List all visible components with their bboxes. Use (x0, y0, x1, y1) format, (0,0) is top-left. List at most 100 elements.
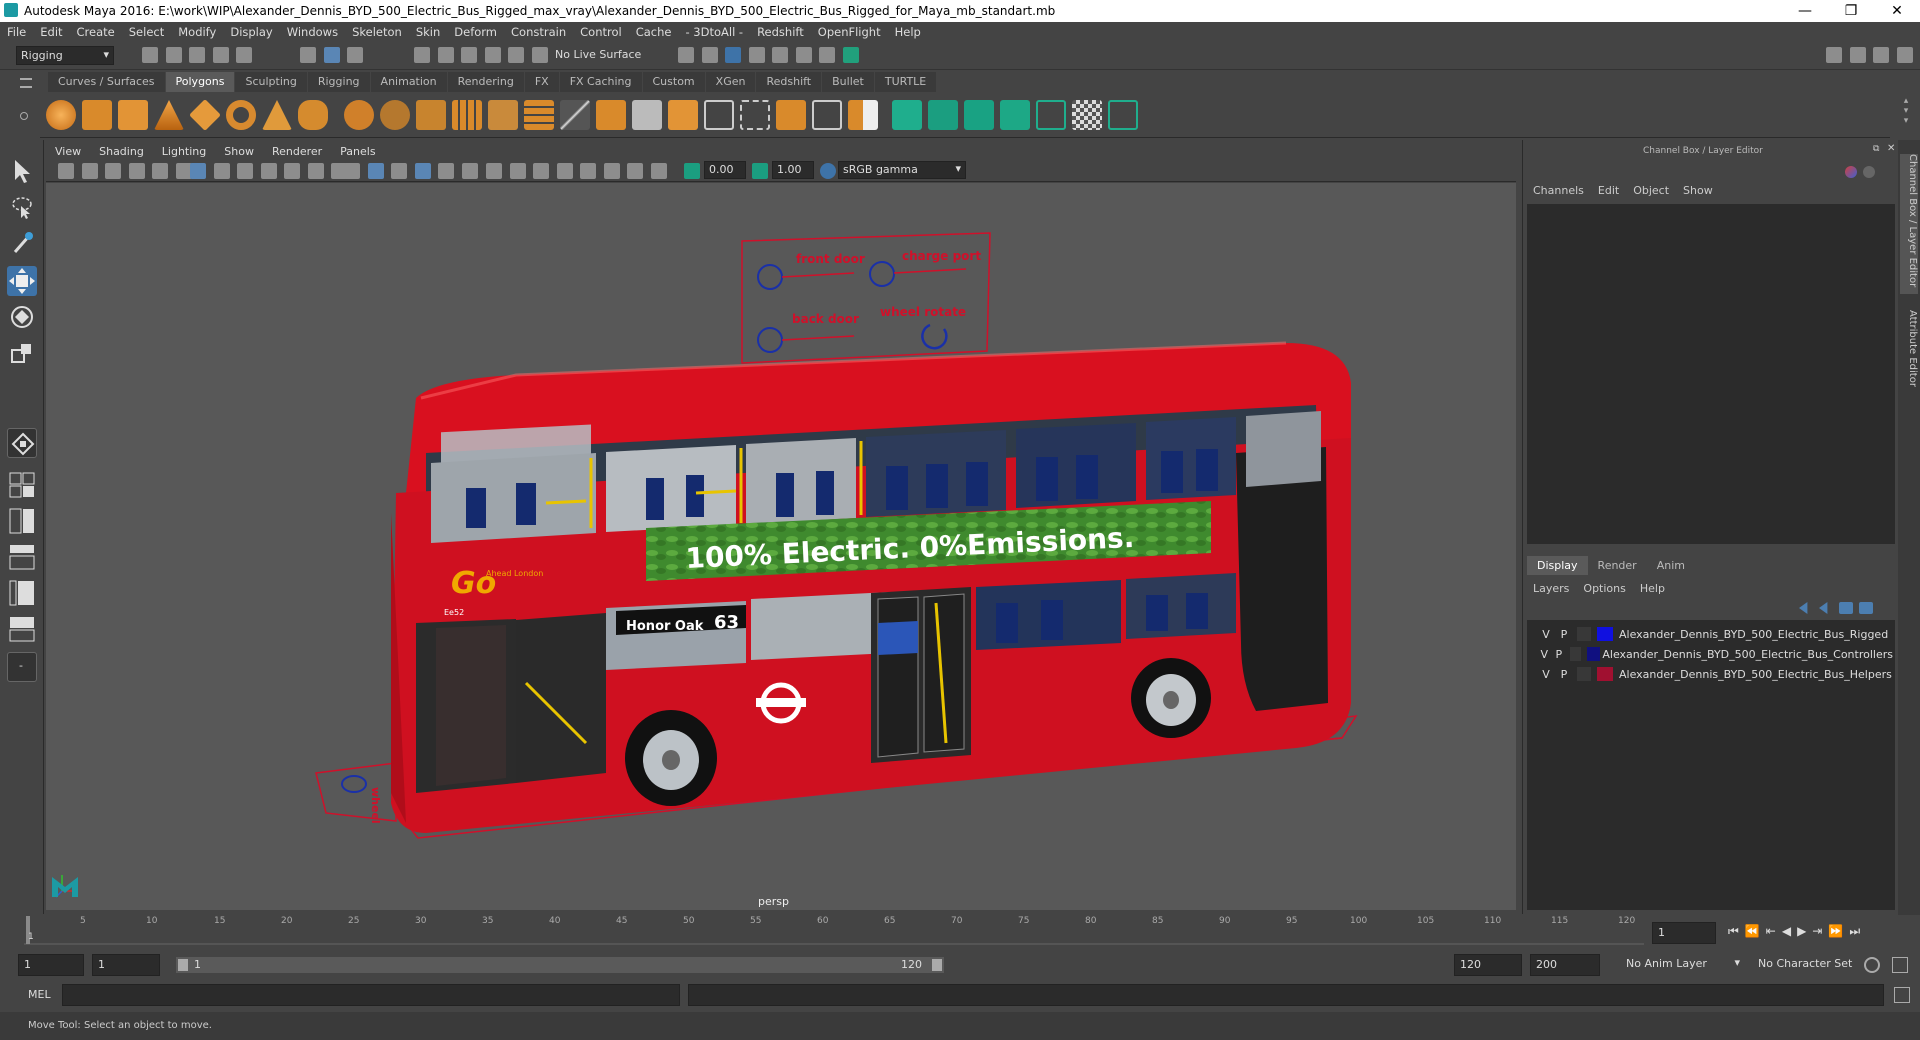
menu-modify[interactable]: Modify (171, 25, 223, 39)
channel-box-toggle-icon[interactable] (1896, 47, 1913, 63)
go-to-end-icon[interactable]: ⏭ (1849, 924, 1860, 939)
create-layer-from-selected-icon[interactable] (1859, 602, 1873, 614)
character-set-selector[interactable]: No Character Set (1752, 954, 1874, 976)
render-view-icon[interactable] (678, 47, 694, 63)
scale-tool-icon[interactable] (7, 338, 37, 368)
gamma-field[interactable]: 1.00 (772, 161, 814, 179)
bus-model[interactable]: 100% Electric. 0%Emissions. Go Ahead Lon… (391, 341, 1351, 833)
pin-icon[interactable] (1845, 166, 1857, 178)
show-menu[interactable]: Show (1683, 184, 1713, 197)
shelf-menu-icon[interactable] (20, 78, 32, 88)
back-door-controller-icon[interactable] (757, 327, 783, 353)
poly-pyramid-icon[interactable] (262, 100, 292, 130)
depth-of-field-icon[interactable] (556, 163, 573, 179)
poly-sphere-icon[interactable] (46, 100, 76, 130)
resolution-gate-icon[interactable] (237, 163, 253, 179)
save-scene-icon[interactable] (189, 47, 205, 63)
layer-playback-toggle[interactable]: P (1552, 648, 1567, 661)
render-settings-icon[interactable] (748, 47, 765, 63)
move-tool-icon[interactable] (7, 266, 37, 296)
image-plane-icon[interactable] (128, 163, 145, 179)
insert-edge-loop-icon[interactable] (740, 100, 770, 130)
playback-end-field[interactable]: 120 (1454, 954, 1522, 976)
step-forward-frame-icon[interactable]: ⏩ (1828, 924, 1843, 939)
uv-editor-icon[interactable] (892, 100, 922, 130)
layer-visibility-toggle[interactable]: V (1537, 648, 1552, 661)
field-chart-icon[interactable] (284, 163, 300, 179)
menu-cache[interactable]: Cache (629, 25, 679, 39)
layer-row[interactable]: V P Alexander_Dennis_BYD_500_Electric_Bu… (1537, 624, 1893, 644)
undo-icon[interactable] (212, 47, 229, 63)
merge-icon[interactable] (776, 100, 806, 130)
shelf-tab-bullet[interactable]: Bullet (822, 72, 874, 92)
shelf-tab-animation[interactable]: Animation (370, 72, 447, 92)
layer-visibility-toggle[interactable]: V (1537, 668, 1555, 681)
menu-openflight[interactable]: OpenFlight (811, 25, 888, 39)
textured-icon[interactable] (414, 163, 431, 179)
menu-display[interactable]: Display (223, 25, 279, 39)
rotate-tool-icon[interactable] (7, 302, 37, 332)
wheel-rotate-controller-icon[interactable] (921, 323, 948, 350)
poly-torus-icon[interactable] (226, 100, 256, 130)
animation-end-field[interactable]: 200 (1530, 954, 1600, 976)
wireframe-icon[interactable] (344, 163, 360, 179)
open-scene-icon[interactable] (165, 47, 182, 63)
color-space-selector[interactable]: sRGB gamma ▾ (838, 161, 966, 179)
snap-view-plane-icon[interactable] (484, 47, 501, 63)
charge-port-controller-icon[interactable] (869, 261, 895, 287)
redo-icon[interactable] (236, 47, 252, 63)
last-tool-icon[interactable] (7, 428, 37, 458)
preferences-icon[interactable] (1892, 957, 1908, 973)
viewport-menu-shading[interactable]: Shading (90, 145, 153, 158)
perspective-viewport[interactable]: wheel front door charge port back door w… (46, 183, 1516, 910)
target-weld-icon[interactable] (812, 100, 842, 130)
shelf-tab-redshift[interactable]: Redshift (756, 72, 822, 92)
play-forward-icon[interactable]: ▶ (1797, 924, 1806, 939)
multisample-aa-icon[interactable] (533, 163, 549, 179)
channels-menu[interactable]: Channels (1533, 184, 1584, 197)
uv-snapshot-icon[interactable] (1108, 100, 1138, 130)
close-button[interactable]: ✕ (1874, 0, 1920, 22)
modeling-toolkit-icon[interactable] (1826, 47, 1842, 63)
layer-type-toggle[interactable] (1577, 667, 1591, 681)
persp-outliner-layout-icon[interactable] (7, 542, 37, 572)
shelf-tab-turtle[interactable]: TURTLE (874, 72, 937, 92)
select-hierarchy-icon[interactable] (300, 47, 316, 63)
select-tool-icon[interactable] (7, 156, 37, 186)
layer-type-toggle[interactable] (1577, 627, 1591, 641)
poly-cube-icon[interactable] (82, 100, 112, 130)
viewport-menu-lighting[interactable]: Lighting (153, 145, 215, 158)
menu-skeleton[interactable]: Skeleton (345, 25, 409, 39)
xray-joints-icon[interactable] (627, 163, 643, 179)
attribute-editor-toggle-icon[interactable] (1849, 47, 1866, 63)
tab-render[interactable]: Render (1588, 556, 1647, 575)
backface-culling-icon[interactable] (650, 163, 667, 179)
ipr-render-icon[interactable] (725, 47, 741, 63)
range-slider[interactable]: 1 120 (176, 957, 944, 973)
custom-layout-icon[interactable]: - (7, 652, 37, 682)
layers-menu[interactable]: Layers (1533, 582, 1569, 595)
layer-row[interactable]: V P Alexander_Dennis_BYD_500_Electric_Bu… (1537, 644, 1893, 664)
wheel-controller-circle-icon[interactable] (341, 775, 367, 793)
gate-mask-icon[interactable] (260, 163, 277, 179)
restore-button[interactable]: ❐ (1828, 0, 1874, 22)
layer-playback-toggle[interactable]: P (1555, 668, 1573, 681)
step-back-key-icon[interactable]: ⇤ (1766, 924, 1776, 939)
redshift-render-icon[interactable] (819, 47, 835, 63)
step-back-frame-icon[interactable]: ⏪ (1745, 924, 1760, 939)
new-scene-icon[interactable] (142, 47, 158, 63)
checker-uv-icon[interactable] (1072, 100, 1102, 130)
layer-color-swatch[interactable] (1597, 667, 1613, 681)
magnet-icon[interactable] (531, 47, 548, 63)
layer-type-toggle[interactable] (1570, 647, 1582, 661)
tool-settings-icon[interactable] (1873, 47, 1889, 63)
time-slider[interactable]: 1 5 10 15 20 25 30 35 40 45 50 55 60 65 … (24, 914, 1644, 946)
menu-edit[interactable]: Edit (33, 25, 69, 39)
snap-grid-icon[interactable] (414, 47, 430, 63)
poly-plane-icon[interactable] (189, 99, 221, 131)
single-perspective-layout-icon[interactable] (7, 470, 37, 500)
layer-visibility-toggle[interactable]: V (1537, 628, 1555, 641)
poly-cylinder-icon[interactable] (118, 100, 148, 130)
menu-create[interactable]: Create (70, 25, 122, 39)
extrude-icon[interactable] (596, 100, 626, 130)
